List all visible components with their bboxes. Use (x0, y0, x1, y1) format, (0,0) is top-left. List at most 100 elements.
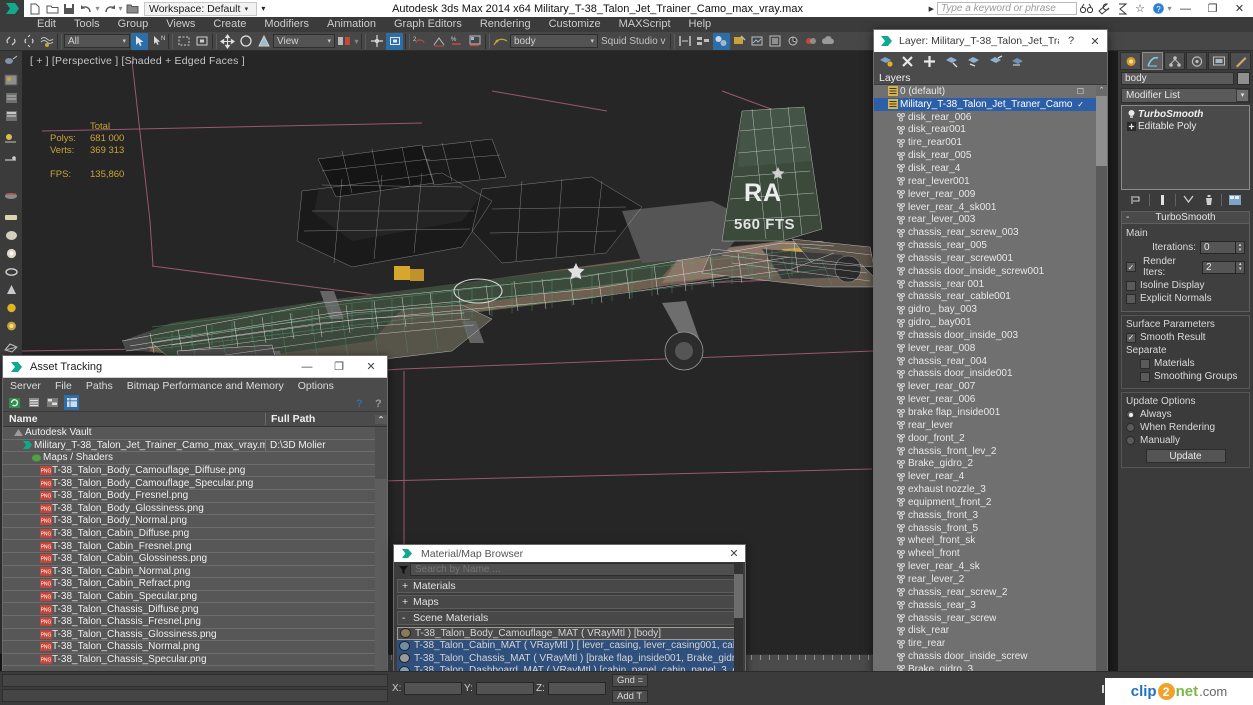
layer-object-row[interactable]: chassis door_inside_screw001 (874, 265, 1096, 278)
subscription-icon[interactable] (1113, 0, 1131, 17)
at-menu-bitmap-performance[interactable]: Bitmap Performance and Memory (120, 380, 291, 392)
layer-object-row[interactable]: equipment_front_2 (874, 496, 1096, 509)
explicit-normals-box[interactable] (1126, 293, 1136, 304)
reference-coordinate-system-combo[interactable]: View ▾ (273, 34, 335, 48)
layer-vscroll-thumb[interactable] (1096, 96, 1107, 166)
layer-object-row[interactable]: chassis door_inside001 (874, 368, 1096, 381)
remove-modifier-icon[interactable] (1201, 193, 1216, 207)
menu-item-edit[interactable]: Edit (28, 17, 65, 32)
asset-tracking-window[interactable]: Asset Tracking — ❐ ✕ Server File Paths B… (2, 355, 388, 704)
vault-help-icon[interactable]: ? (372, 395, 387, 410)
display-tab[interactable] (1208, 52, 1229, 70)
z-field[interactable] (548, 682, 606, 695)
asset-tracking-list[interactable]: Autodesk Vault Military_T-38_Talon_Jet_Tr… (3, 427, 387, 685)
iterations-spinner[interactable]: Iterations: 0 ▴ ▾ (1126, 241, 1245, 254)
asset-row[interactable]: PNG T-38_Talon_Cabin_Refract.png (3, 578, 375, 591)
render-iters-checkbox-box[interactable]: ✓ (1126, 262, 1136, 272)
asset-tracking-maximize[interactable]: ❐ (323, 356, 355, 377)
asset-row[interactable]: PNG T-38_Talon_Cabin_Normal.png (3, 566, 375, 579)
mouse-tool-icon[interactable] (1, 53, 21, 70)
modifier-stack[interactable]: TurboSmooth Editable Poly (1121, 105, 1250, 190)
pivot-dropdown-icon[interactable]: ▾ (354, 37, 359, 46)
select-and-rotate-icon[interactable] (237, 33, 254, 50)
viewport-label[interactable]: [ + ] [Perspective ] [Shaded + Edged Fac… (30, 55, 245, 67)
column-header-full-path[interactable]: Full Path (265, 413, 375, 425)
selection-filter-combo[interactable]: All ▾ (64, 34, 130, 48)
turbosmooth-rollout[interactable]: - TurboSmooth Main Iterations: 0 ▴ ▾ ✓ Re… (1121, 211, 1250, 468)
select-by-name-icon[interactable]: N (149, 33, 166, 50)
menu-item-tools[interactable]: Tools (65, 17, 109, 32)
layer-object-row[interactable]: lever_rear_008 (874, 342, 1096, 355)
layer-object-row[interactable]: chassis_rear_3 (874, 599, 1096, 612)
y-field[interactable] (476, 682, 534, 695)
mmb-vscroll-thumb[interactable] (734, 574, 743, 618)
layer-object-row[interactable]: chassis_front_lev_2 (874, 445, 1096, 458)
binoculars-icon[interactable] (1077, 0, 1095, 17)
refresh-icon[interactable] (7, 395, 22, 410)
layer-object-row[interactable]: rear_lever_003 (874, 213, 1096, 226)
layer-object-row[interactable]: rear_lever001 (874, 175, 1096, 188)
asset-tracking-minimize[interactable]: — (291, 356, 323, 377)
layer-manager-dialog[interactable]: Layer: Military_T-38_Talon_Jet_Traine...… (873, 29, 1109, 705)
help-question-icon[interactable]: ? (353, 395, 368, 410)
material-list-item[interactable]: T-38_Talon_Cabin_MAT ( VRayMtl ) [ lever… (397, 639, 742, 652)
new-file-icon[interactable] (27, 1, 43, 16)
render-iters-value[interactable]: 2 (1201, 260, 1237, 274)
redo-icon[interactable] (101, 1, 117, 16)
named-selection-sets-combo[interactable]: body ▾ (510, 34, 598, 48)
select-highlighted-objects-icon[interactable] (966, 54, 981, 69)
render-production-icon[interactable] (767, 33, 784, 50)
at-menu-options[interactable]: Options (291, 380, 341, 392)
angle-snap-toggle-icon[interactable] (386, 32, 403, 50)
redo-dropdown-icon[interactable]: ▾ (118, 4, 123, 13)
layer-object-row[interactable]: gidro_ bay001 (874, 316, 1096, 329)
sunlight-icon[interactable] (1, 151, 21, 168)
maximize-button[interactable]: ❐ (1199, 0, 1226, 17)
layer-object-row[interactable]: chassis_rear_screw_2 (874, 586, 1096, 599)
asset-row[interactable]: PNG T-38_Talon_Body_Normal.png (3, 515, 375, 528)
layer-object-row[interactable]: chassis_rear_004 (874, 355, 1096, 368)
layer-object-row[interactable]: chassis door_inside_screw (874, 650, 1096, 663)
daylight-icon[interactable] (1, 169, 21, 186)
layer-object-row[interactable]: disk_rear001 (874, 124, 1096, 137)
mmb-group-materials[interactable]: + Materials (397, 579, 742, 593)
select-object-icon[interactable] (131, 32, 148, 50)
mmb-close-button[interactable]: ✕ (723, 547, 745, 560)
layer-object-row[interactable]: lever_rear_007 (874, 380, 1096, 393)
layer-object-row[interactable]: wheel_front_sk (874, 535, 1096, 548)
at-menu-paths[interactable]: Paths (79, 380, 120, 392)
use-pivot-point-center-icon[interactable] (336, 33, 353, 50)
layer-object-row[interactable]: lever_rear_006 (874, 393, 1096, 406)
utilities-tab[interactable] (1230, 52, 1251, 70)
selection-filter-caret-icon[interactable]: ▾ (119, 37, 129, 45)
asset-row[interactable]: PNG T-38_Talon_Body_Camouflage_Diffuse.pn… (3, 465, 375, 478)
layer-column-header[interactable]: Layers (874, 71, 1107, 85)
lightbulb-icon[interactable] (1124, 109, 1138, 119)
update-mode-when-rendering-radio[interactable]: When Rendering (1126, 422, 1245, 433)
select-and-scale-icon[interactable] (255, 33, 272, 50)
layer-manager-icon[interactable]: % (448, 33, 465, 50)
menu-item-rendering[interactable]: Rendering (471, 17, 540, 32)
layer-object-row[interactable]: tire_rear (874, 637, 1096, 650)
layer-object-row[interactable]: chassis_rear_screw_003 (874, 226, 1096, 239)
at-menu-file[interactable]: File (48, 380, 79, 392)
disk-light-icon[interactable] (1, 263, 21, 280)
select-and-move-icon[interactable] (219, 33, 236, 50)
render-iters-checkbox[interactable]: ✓ (1126, 262, 1140, 272)
material-list-item[interactable]: T-38_Talon_Chassis_MAT ( VRayMtl ) [brak… (397, 652, 742, 665)
layer-object-row[interactable]: brake flap_inside001 (874, 406, 1096, 419)
light-lister-icon[interactable] (1, 129, 21, 146)
highlight-selected-objects-icon[interactable] (988, 54, 1003, 69)
asset-row[interactable]: PNG T-38_Talon_Cabin_Diffuse.png (3, 528, 375, 541)
explicit-normals-checkbox[interactable]: Explicit Normals (1126, 293, 1245, 304)
layer-dialog-help-button[interactable]: ? (1059, 35, 1083, 47)
layer-object-row[interactable]: disk_rear_005 (874, 149, 1096, 162)
asset-row[interactable]: PNG T-38_Talon_Cabin_Glossiness.png (3, 553, 375, 566)
asset-row[interactable]: PNG T-38_Talon_Cabin_Specular.png (3, 591, 375, 604)
layer-object-row[interactable]: disk_rear_006 (874, 111, 1096, 124)
open-file-icon[interactable] (44, 1, 60, 16)
modifier-list-dropdown[interactable]: Modifier List ▾ (1121, 88, 1250, 103)
render-iterative-icon[interactable] (785, 33, 802, 50)
object-name-field[interactable]: body (1121, 72, 1234, 85)
maxscript-listener-mini[interactable] (0, 672, 390, 705)
